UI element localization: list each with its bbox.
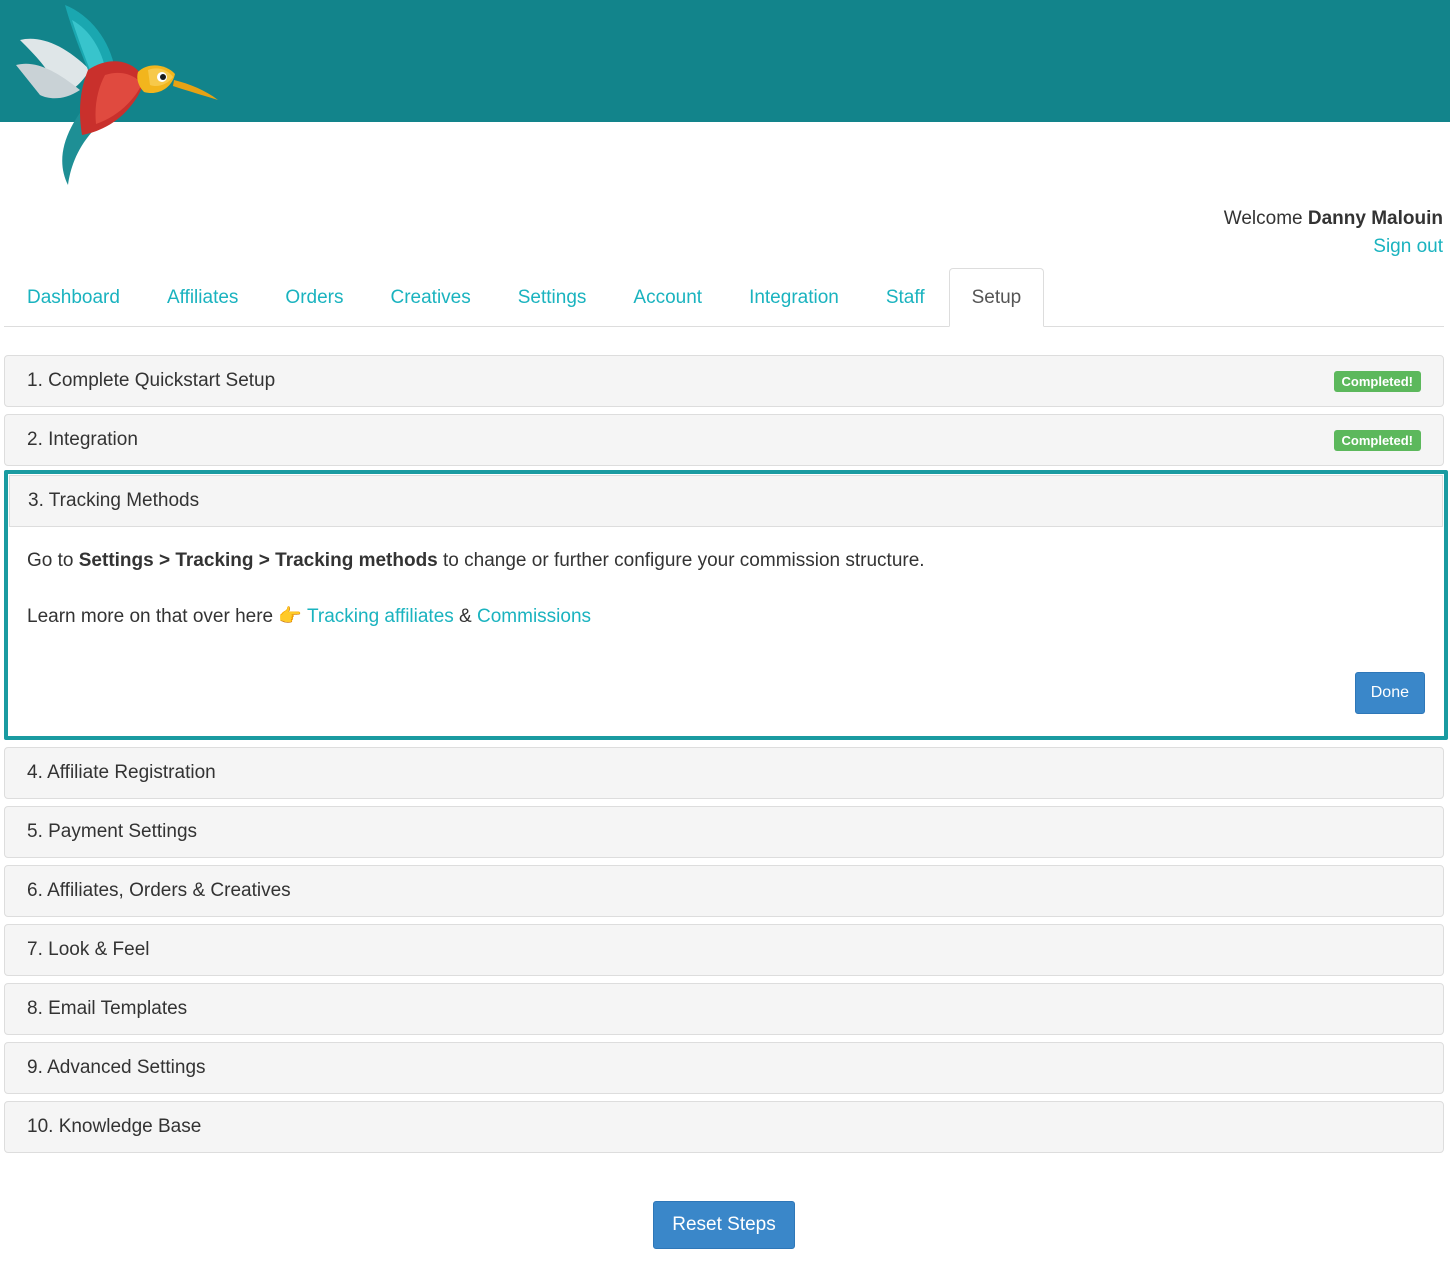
step-panel-affiliate-registration: 4. Affiliate Registration xyxy=(4,747,1444,799)
completed-badge: Completed! xyxy=(1333,429,1421,451)
step-body-tracking-methods: Go to Settings > Tracking > Tracking met… xyxy=(8,527,1444,736)
commissions-link[interactable]: Commissions xyxy=(477,606,591,627)
step-panel-quickstart: 1. Complete Quickstart Setup Completed! xyxy=(4,355,1444,407)
tab-settings[interactable]: Settings xyxy=(495,268,610,326)
step-header-affiliates-orders-creatives[interactable]: 6. Affiliates, Orders & Creatives xyxy=(5,866,1443,916)
reset-row: Reset Steps xyxy=(0,1201,1450,1249)
tab-account[interactable]: Account xyxy=(610,268,725,326)
tracking-affiliates-link[interactable]: Tracking affiliates xyxy=(307,606,454,627)
step-panel-integration: 2. Integration Completed! xyxy=(4,414,1444,466)
completed-badge: Completed! xyxy=(1333,370,1421,392)
instruction-suffix: to change or further configure your comm… xyxy=(437,550,925,571)
tab-orders[interactable]: Orders xyxy=(262,268,366,326)
welcome-block: Welcome Danny Malouin Sign out xyxy=(1224,205,1443,261)
step-panel-knowledge-base: 10. Knowledge Base xyxy=(4,1101,1444,1153)
welcome-text: Welcome Danny Malouin xyxy=(1224,205,1443,233)
step-title: 4. Affiliate Registration xyxy=(27,762,216,783)
step-title: 6. Affiliates, Orders & Creatives xyxy=(27,880,291,901)
tab-staff[interactable]: Staff xyxy=(863,268,948,326)
hummingbird-logo[interactable] xyxy=(10,0,220,190)
tab-affiliates[interactable]: Affiliates xyxy=(144,268,261,326)
instruction-text: Go to Settings > Tracking > Tracking met… xyxy=(27,547,1425,575)
step-panel-look-and-feel: 7. Look & Feel xyxy=(4,924,1444,976)
step-title: 10. Knowledge Base xyxy=(27,1116,202,1137)
step-panel-tracking-methods: 3. Tracking Methods Go to Settings > Tra… xyxy=(4,470,1448,740)
step-header-advanced-settings[interactable]: 9. Advanced Settings xyxy=(5,1043,1443,1093)
step-title: 2. Integration xyxy=(27,429,138,450)
learn-more-prefix: Learn more on that over here xyxy=(27,606,279,627)
step-title: 1. Complete Quickstart Setup xyxy=(27,370,276,391)
instruction-prefix: Go to xyxy=(27,550,79,571)
step-title: 8. Email Templates xyxy=(27,998,188,1019)
step-header-knowledge-base[interactable]: 10. Knowledge Base xyxy=(5,1102,1443,1152)
step-header-look-and-feel[interactable]: 7. Look & Feel xyxy=(5,925,1443,975)
tab-creatives[interactable]: Creatives xyxy=(368,268,494,326)
setup-steps-accordion: 1. Complete Quickstart Setup Completed! … xyxy=(4,355,1448,1160)
welcome-prefix: Welcome xyxy=(1223,208,1308,229)
done-row: Done xyxy=(27,672,1425,714)
step-header-affiliate-registration[interactable]: 4. Affiliate Registration xyxy=(5,748,1443,798)
reset-steps-button[interactable]: Reset Steps xyxy=(653,1201,795,1249)
tab-setup[interactable]: Setup xyxy=(948,268,1045,327)
step-panel-email-templates: 8. Email Templates xyxy=(4,983,1444,1035)
user-name: Danny Malouin xyxy=(1307,208,1443,229)
main-nav-tabs: Dashboard Affiliates Orders Creatives Se… xyxy=(4,268,1444,327)
step-panel-affiliates-orders-creatives: 6. Affiliates, Orders & Creatives xyxy=(4,865,1444,917)
sign-out-link[interactable]: Sign out xyxy=(1373,236,1443,257)
step-title: 5. Payment Settings xyxy=(27,821,198,842)
step-title: 3. Tracking Methods xyxy=(28,490,200,511)
ampersand: & xyxy=(453,606,478,627)
settings-path: Settings > Tracking > Tracking methods xyxy=(78,550,438,571)
step-panel-payment-settings: 5. Payment Settings xyxy=(4,806,1444,858)
learn-more-text: Learn more on that over here 👉 Tracking … xyxy=(27,603,1425,631)
step-panel-advanced-settings: 9. Advanced Settings xyxy=(4,1042,1444,1094)
tab-integration[interactable]: Integration xyxy=(726,268,862,326)
pointing-hand-icon: 👉 xyxy=(278,606,303,627)
step-header-quickstart[interactable]: 1. Complete Quickstart Setup Completed! xyxy=(5,356,1443,406)
step-header-email-templates[interactable]: 8. Email Templates xyxy=(5,984,1443,1034)
tab-dashboard[interactable]: Dashboard xyxy=(4,268,143,326)
step-title: 9. Advanced Settings xyxy=(27,1057,206,1078)
step-header-integration[interactable]: 2. Integration Completed! xyxy=(5,415,1443,465)
step-header-payment-settings[interactable]: 5. Payment Settings xyxy=(5,807,1443,857)
step-title: 7. Look & Feel xyxy=(27,939,150,960)
step-header-tracking-methods[interactable]: 3. Tracking Methods xyxy=(9,475,1443,527)
done-button[interactable]: Done xyxy=(1354,672,1425,714)
